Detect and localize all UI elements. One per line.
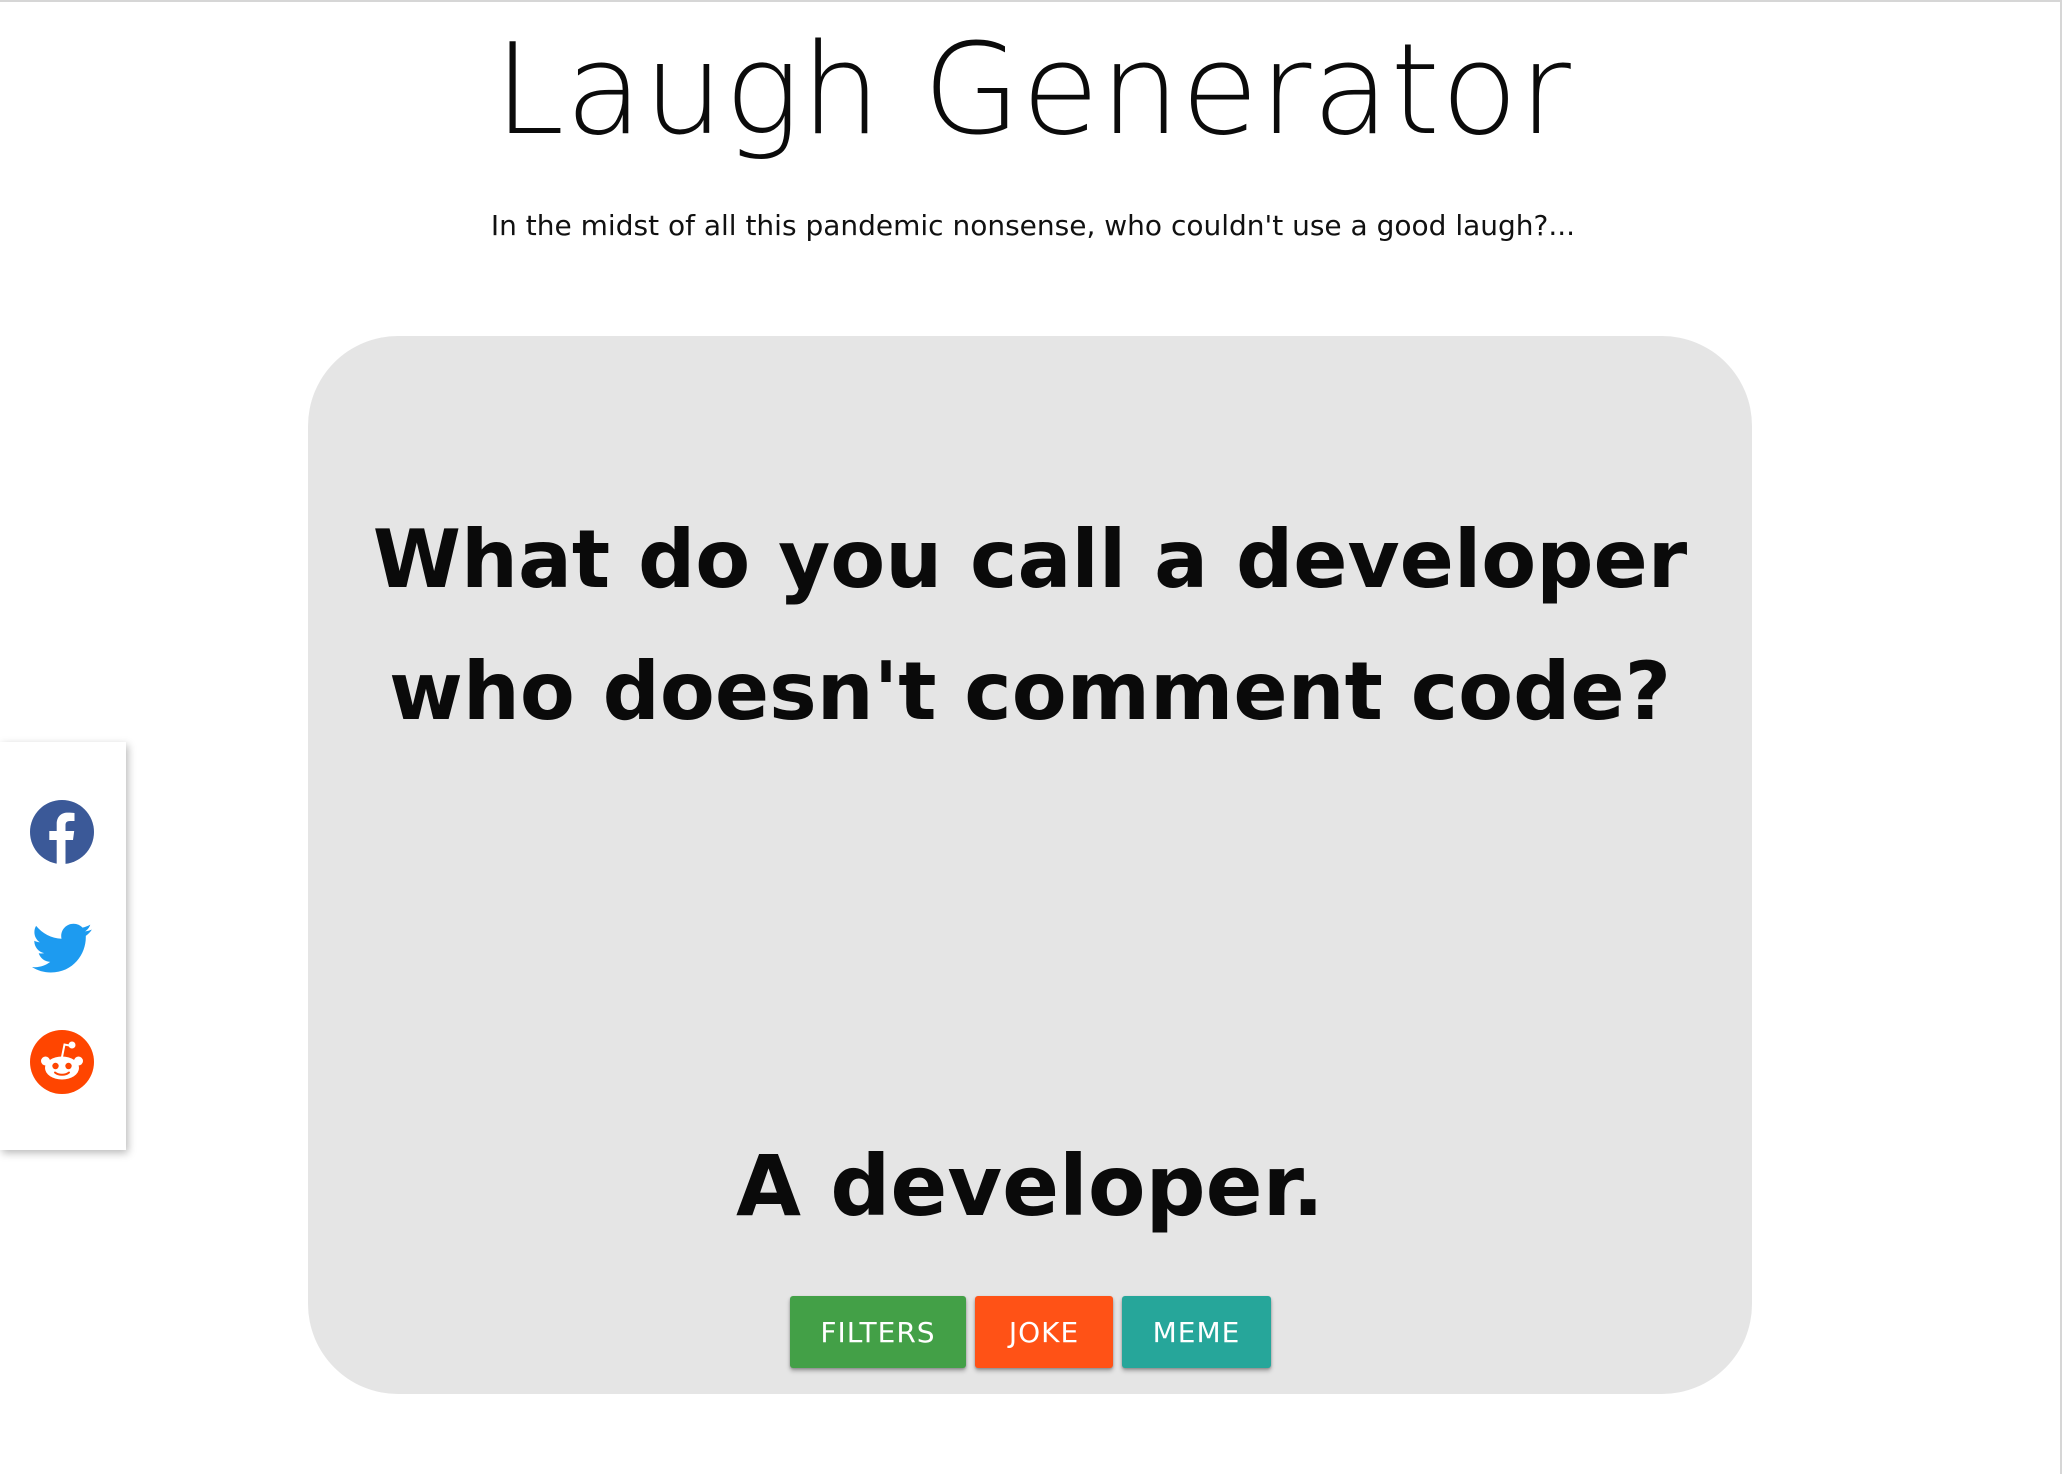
page-title: Laugh Generator	[494, 16, 1572, 163]
filters-button[interactable]: FILTERS	[790, 1296, 966, 1368]
reddit-share-button[interactable]	[30, 1030, 94, 1094]
joke-setup-text: What do you call a developer who doesn't…	[372, 513, 1688, 738]
reddit-icon	[30, 1030, 94, 1094]
meme-button[interactable]: MEME	[1122, 1296, 1271, 1368]
facebook-icon	[30, 800, 94, 864]
joke-punchline-text: A developer.	[735, 1137, 1325, 1235]
action-buttons: FILTERS JOKE MEME	[790, 1296, 1271, 1368]
social-share-panel	[0, 742, 126, 1150]
page-tagline: In the midst of all this pandemic nonsen…	[490, 209, 1576, 242]
twitter-icon	[32, 923, 92, 973]
twitter-share-button[interactable]	[30, 916, 94, 980]
joke-button[interactable]: JOKE	[975, 1296, 1113, 1368]
facebook-share-button[interactable]	[30, 800, 94, 864]
